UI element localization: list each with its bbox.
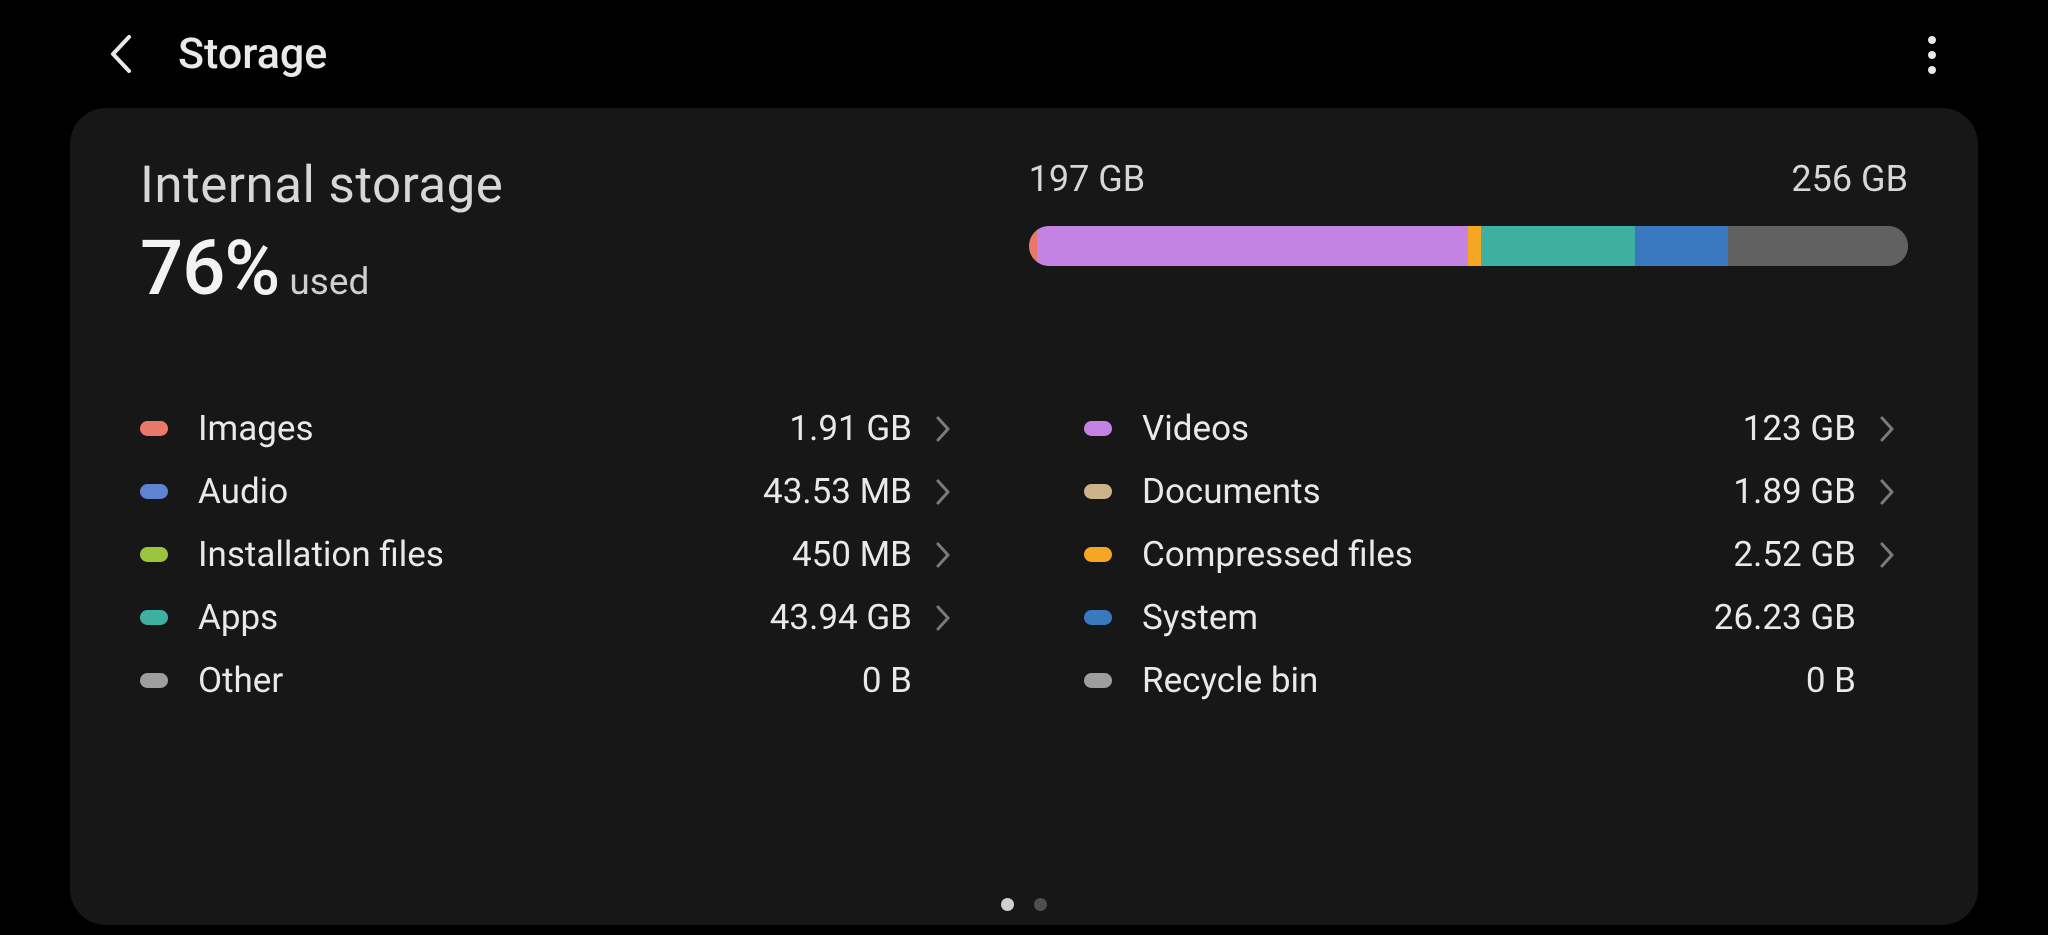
- bar-segment-compressed-files: [1468, 226, 1481, 266]
- category-size: 2.52 GB: [1733, 534, 1856, 575]
- storage-total-amount: 256 GB: [1791, 158, 1908, 200]
- chevron-right-icon: [1866, 416, 1908, 442]
- category-row-documents[interactable]: Documents1.89 GB: [1084, 460, 1908, 523]
- chevron-right-icon: [922, 416, 964, 442]
- category-row-recycle: Recycle bin0 B: [1084, 649, 1908, 712]
- category-label: Compressed files: [1142, 534, 1733, 575]
- category-dot-icon: [1084, 421, 1112, 436]
- more-vertical-icon: [1927, 35, 1937, 75]
- category-row-other: Other0 B: [140, 649, 964, 712]
- category-size: 26.23 GB: [1714, 597, 1856, 638]
- chevron-right-icon: [1866, 479, 1908, 505]
- category-label: Audio: [198, 471, 763, 512]
- storage-panel: Internal storage 76% used 197 GB 256 GB …: [70, 108, 1978, 925]
- category-size: 1.89 GB: [1733, 471, 1856, 512]
- category-label: Apps: [198, 597, 770, 638]
- category-dot-icon: [140, 484, 168, 499]
- category-size: 43.53 MB: [763, 471, 912, 512]
- category-row-install[interactable]: Installation files450 MB: [140, 523, 964, 586]
- storage-usage-bar: [1029, 226, 1908, 266]
- category-label: Installation files: [198, 534, 792, 575]
- category-size: 1.91 GB: [789, 408, 912, 449]
- category-dot-icon: [1084, 484, 1112, 499]
- page-dot-0[interactable]: [1001, 898, 1014, 911]
- category-size: 450 MB: [792, 534, 912, 575]
- back-button[interactable]: [100, 33, 142, 75]
- chevron-right-icon: [922, 479, 964, 505]
- category-dot-icon: [1084, 610, 1112, 625]
- bar-segment-videos: [1037, 226, 1468, 266]
- category-dot-icon: [1084, 547, 1112, 562]
- category-row-system: System26.23 GB: [1084, 586, 1908, 649]
- page-indicator[interactable]: [1001, 898, 1047, 911]
- category-dot-icon: [1084, 673, 1112, 688]
- chevron-right-icon: [1866, 542, 1908, 568]
- page-dot-1[interactable]: [1034, 898, 1047, 911]
- category-dot-icon: [140, 547, 168, 562]
- category-row-apps[interactable]: Apps43.94 GB: [140, 586, 964, 649]
- storage-used-label: used: [289, 261, 369, 310]
- bar-segment-system: [1635, 226, 1727, 266]
- category-size: 43.94 GB: [770, 597, 912, 638]
- category-dot-icon: [140, 421, 168, 436]
- category-dot-icon: [140, 673, 168, 688]
- chevron-right-icon: [922, 542, 964, 568]
- category-row-audio[interactable]: Audio43.53 MB: [140, 460, 964, 523]
- storage-percent: 76%: [140, 223, 279, 313]
- category-dot-icon: [140, 610, 168, 625]
- more-options-button[interactable]: [1912, 32, 1952, 78]
- storage-summary: Internal storage 76% used 197 GB 256 GB: [140, 156, 1908, 313]
- category-row-videos[interactable]: Videos123 GB: [1084, 397, 1908, 460]
- storage-section-title: Internal storage: [140, 156, 989, 215]
- back-arrow-icon: [107, 35, 135, 73]
- category-label: System: [1142, 597, 1714, 638]
- category-size: 0 B: [1806, 660, 1856, 701]
- bar-segment-free: [1728, 226, 1908, 266]
- category-label: Documents: [1142, 471, 1733, 512]
- page-title: Storage: [178, 29, 327, 79]
- storage-used-amount: 197 GB: [1029, 158, 1146, 200]
- category-size: 0 B: [862, 660, 912, 701]
- bar-segment-apps: [1481, 226, 1635, 266]
- chevron-right-icon: [922, 605, 964, 631]
- app-header: Storage: [0, 0, 2048, 108]
- category-label: Other: [198, 660, 862, 701]
- category-row-compressed[interactable]: Compressed files2.52 GB: [1084, 523, 1908, 586]
- category-label: Images: [198, 408, 789, 449]
- category-row-images[interactable]: Images1.91 GB: [140, 397, 964, 460]
- category-label: Recycle bin: [1142, 660, 1806, 701]
- category-grid: Images1.91 GB Videos123 GB Audio43.53 MB Do…: [140, 397, 1908, 712]
- bar-segment-images: [1029, 226, 1038, 266]
- category-size: 123 GB: [1743, 408, 1856, 449]
- category-label: Videos: [1142, 408, 1743, 449]
